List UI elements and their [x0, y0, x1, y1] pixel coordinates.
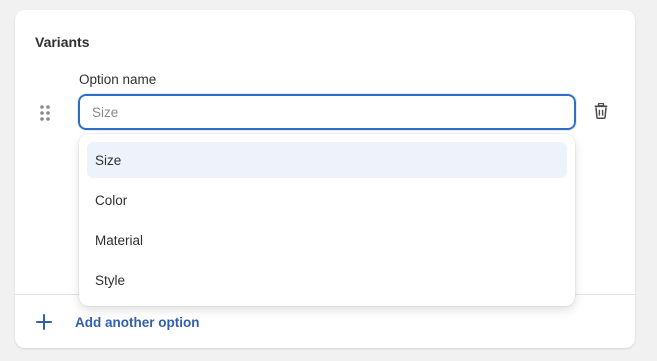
dropdown-item-size[interactable]: Size [87, 142, 567, 178]
drag-handle-icon[interactable] [39, 104, 51, 122]
dropdown-item-color[interactable]: Color [87, 182, 567, 218]
option-name-label: Option name [79, 72, 157, 87]
add-another-option-button[interactable]: Add another option [35, 310, 199, 334]
option-suggestions-dropdown: Size Color Material Style [79, 134, 575, 306]
card-title: Variants [35, 34, 90, 50]
option-name-input[interactable] [77, 93, 577, 131]
plus-icon [35, 313, 53, 331]
trash-icon[interactable] [591, 100, 611, 122]
dropdown-item-style[interactable]: Style [87, 262, 567, 298]
dropdown-item-material[interactable]: Material [87, 222, 567, 258]
add-another-option-label: Add another option [75, 314, 200, 330]
